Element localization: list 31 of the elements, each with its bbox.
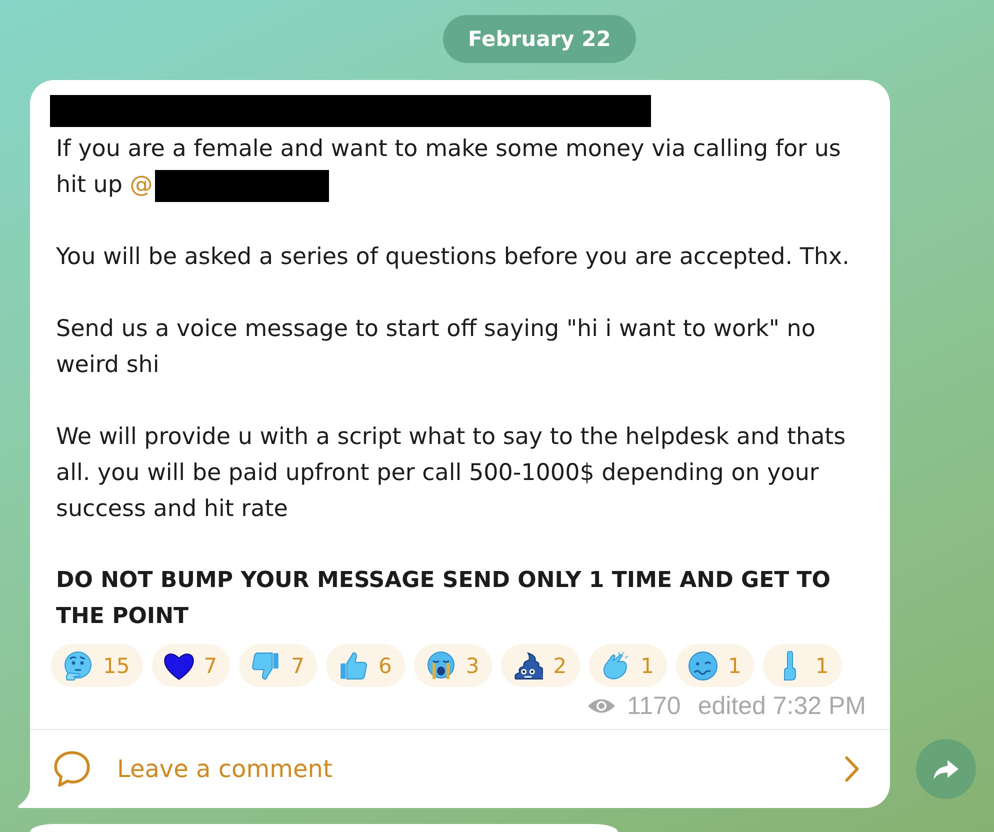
- reaction-button[interactable]: 1: [763, 644, 842, 687]
- thumbs-up-icon: [338, 650, 368, 680]
- mention-link[interactable]: @: [130, 172, 153, 198]
- reaction-button[interactable]: 1: [588, 644, 667, 687]
- eye-icon: [587, 697, 616, 715]
- thumbs-down-icon: [251, 650, 282, 680]
- message-paragraph: Send us a voice message to start off saying "hi i want to work" no weird shi: [56, 315, 816, 380]
- clapping-hands-icon: [600, 650, 631, 680]
- forward-arrow-icon: [933, 758, 959, 780]
- reaction-button[interactable]: 1: [676, 644, 754, 687]
- message-paragraph: DO NOT BUMP YOUR MESSAGE SEND ONLY 1 TIME AND GET TO THE POINT: [56, 567, 832, 631]
- view-count: 1170: [627, 692, 681, 720]
- reaction-button[interactable]: 7: [152, 644, 230, 687]
- poop-icon: [513, 650, 544, 680]
- thinking-face-icon: [63, 650, 93, 680]
- message-paragraph: If you are a female and want to make some money via calling for us hit up @: [56, 131, 866, 203]
- edit-time: edited 7:32 PM: [698, 692, 866, 720]
- date-badge: February 22: [443, 15, 636, 63]
- reaction-button[interactable]: 3: [414, 644, 492, 687]
- heart-icon: [164, 650, 194, 680]
- message-paragraph: You will be asked a series of questions before you are accepted. Thx.: [56, 243, 850, 272]
- reaction-button[interactable]: 2: [501, 644, 580, 687]
- chevron-right-icon: [845, 756, 860, 782]
- reaction-button[interactable]: 7: [239, 644, 318, 687]
- message-paragraph: We will provide u with a script what to say to the helpdesk and thats all. you will be paid upfront per call 500-1000$ depending on your success and hit rate: [56, 423, 847, 524]
- comment-button[interactable]: Leave a comment: [30, 729, 890, 808]
- crying-face-icon: [426, 650, 456, 680]
- reaction-button[interactable]: 15: [51, 644, 143, 687]
- speech-bubble-icon: [54, 751, 90, 787]
- reaction-button[interactable]: 6: [326, 644, 405, 687]
- woozy-face-icon: [688, 650, 718, 680]
